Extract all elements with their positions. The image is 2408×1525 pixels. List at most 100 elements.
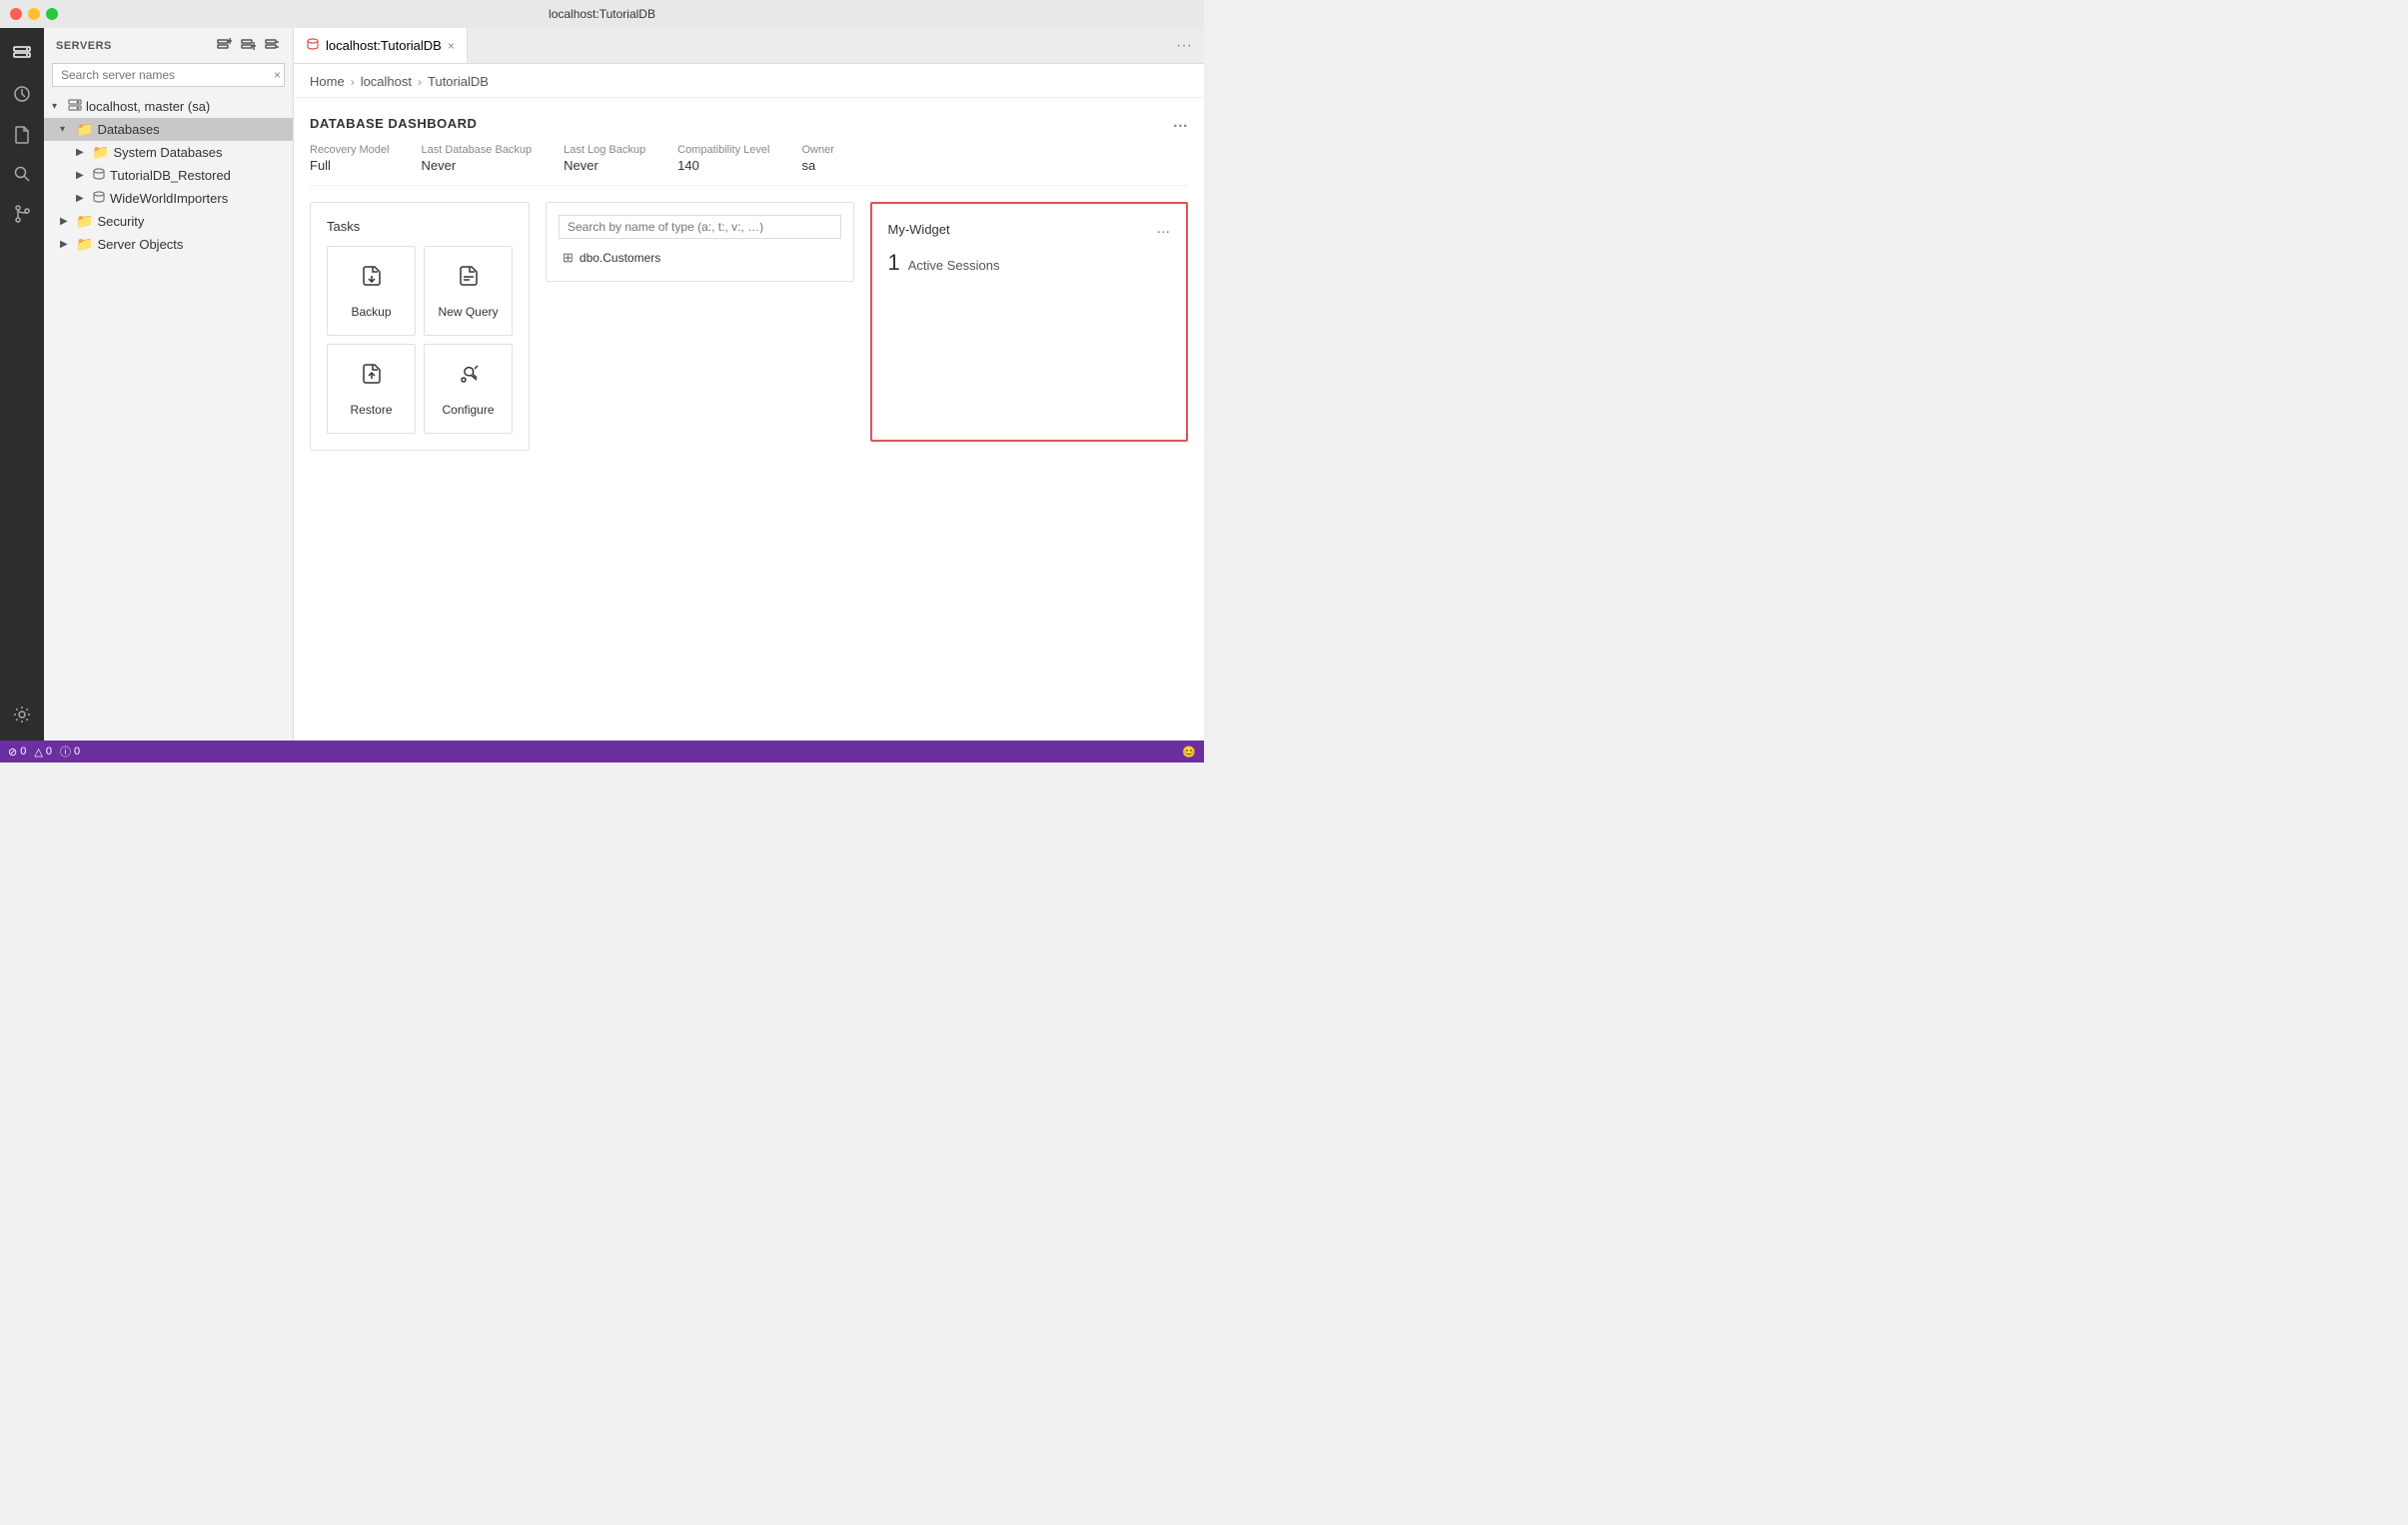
- my-widget-title: My-Widget: [888, 222, 950, 237]
- window-title: localhost:TutorialDB: [549, 7, 655, 21]
- my-widget-header: My-Widget ...: [888, 220, 1171, 238]
- table-item-label: dbo.Customers: [580, 251, 660, 265]
- breadcrumb-home[interactable]: Home: [310, 74, 345, 89]
- sidebar-icon-search[interactable]: [4, 156, 40, 192]
- tables-search-input[interactable]: [559, 215, 841, 239]
- info-icon: ⓘ: [60, 744, 71, 760]
- sidebar-title: SERVERS: [56, 40, 112, 52]
- sessions-count: 1: [888, 250, 900, 276]
- sidebar-actions: [217, 36, 281, 55]
- search-clear-icon[interactable]: ×: [274, 68, 281, 82]
- tree-label-tutorialdb: TutorialDB_Restored: [110, 168, 231, 183]
- new-query-icon: [455, 263, 483, 297]
- minimize-button[interactable]: [28, 8, 40, 20]
- status-right: 😊: [1182, 746, 1196, 759]
- table-list-item[interactable]: ⊞ dbo.Customers: [559, 247, 841, 269]
- tab-bar: localhost:TutorialDB × ···: [294, 28, 1204, 64]
- folder-icon-serverobjects: 📁: [76, 236, 93, 253]
- db-info-compat: Compatibility Level 140: [677, 144, 769, 173]
- configure-icon: [455, 361, 483, 395]
- new-query-label: New Query: [438, 305, 498, 319]
- lastdbbackup-value: Never: [421, 158, 532, 173]
- lastdbbackup-label: Last Database Backup: [421, 144, 532, 156]
- tasks-grid: Backup: [327, 246, 513, 434]
- tab-db-icon: [306, 37, 320, 54]
- status-left: ⊘ 0 △ 0 ⓘ 0: [8, 744, 80, 760]
- sidebar-icon-history[interactable]: [4, 76, 40, 112]
- backup-button[interactable]: Backup: [327, 246, 416, 336]
- recovery-value: Full: [310, 158, 389, 173]
- db-icon-wwi: [92, 190, 106, 207]
- tree-item-security[interactable]: ▶ 📁 Security: [44, 210, 293, 233]
- sidebar-icon-settings[interactable]: [4, 697, 40, 733]
- dashboard-container: DATABASE DASHBOARD ... Recovery Model Fu…: [294, 98, 1204, 467]
- restore-icon: [358, 361, 386, 395]
- tree-arrow-server: ▾: [52, 101, 68, 112]
- status-bar: ⊘ 0 △ 0 ⓘ 0 😊: [0, 741, 1204, 762]
- tree-arrow-serverobjects: ▶: [60, 239, 76, 250]
- tree-item-sysdbs[interactable]: ▶ 📁 System Databases: [44, 141, 293, 164]
- db-info-lastdbbackup: Last Database Backup Never: [421, 144, 532, 173]
- titlebar: localhost:TutorialDB: [0, 0, 1204, 28]
- search-input[interactable]: [52, 63, 285, 87]
- server-search-box: ×: [52, 63, 285, 87]
- tree-item-tutorialdb[interactable]: ▶ TutorialDB_Restored: [44, 164, 293, 187]
- tree-arrow-wwi: ▶: [76, 193, 92, 204]
- tree-label-databases: Databases: [97, 122, 159, 137]
- tree-item-server[interactable]: ▾ localhost, master (sa): [44, 95, 293, 118]
- close-button[interactable]: [10, 8, 22, 20]
- db-icon-tutorialdb: [92, 167, 106, 184]
- main-content: localhost:TutorialDB × ··· Home › localh…: [294, 28, 1204, 741]
- server-tree: ▾ localhost, master (sa) ▾ 📁 Databases: [44, 95, 293, 741]
- my-widget-more-button[interactable]: ...: [1157, 220, 1170, 238]
- add-server-icon[interactable]: [241, 36, 257, 55]
- traffic-lights: [10, 8, 58, 20]
- recovery-label: Recovery Model: [310, 144, 389, 156]
- my-widget: My-Widget ... 1 Active Sessions: [870, 202, 1189, 442]
- sidebar-icon-files[interactable]: [4, 116, 40, 152]
- status-errors: ⊘ 0: [8, 746, 26, 759]
- tasks-title: Tasks: [327, 219, 513, 234]
- breadcrumb-localhost[interactable]: localhost: [361, 74, 412, 89]
- tab-tutorialdb[interactable]: localhost:TutorialDB ×: [294, 28, 468, 63]
- tasks-widget: Tasks: [310, 202, 530, 451]
- error-icon: ⊘: [8, 746, 17, 759]
- compat-value: 140: [677, 158, 769, 173]
- collapse-all-icon[interactable]: [265, 36, 281, 55]
- dashboard-more-button[interactable]: ...: [1173, 114, 1188, 132]
- new-connection-icon[interactable]: [217, 36, 233, 55]
- db-info-bar: Recovery Model Full Last Database Backup…: [310, 144, 1188, 186]
- tree-arrow-security: ▶: [60, 216, 76, 227]
- new-query-button[interactable]: New Query: [424, 246, 513, 336]
- status-warnings: △ 0: [34, 746, 52, 759]
- restore-button[interactable]: Restore: [327, 344, 416, 434]
- warning-icon: △: [34, 746, 42, 759]
- backup-icon: [358, 263, 386, 297]
- sidebar-icon-servers[interactable]: [4, 36, 40, 72]
- lastlogbackup-value: Never: [564, 158, 645, 173]
- sessions-label: Active Sessions: [908, 258, 1000, 273]
- error-count: 0: [20, 746, 26, 758]
- tab-overflow-button[interactable]: ···: [1164, 37, 1204, 55]
- folder-icon-sysdbs: 📁: [92, 144, 109, 161]
- sidebar-header: SERVERS: [44, 28, 293, 63]
- warning-count: 0: [46, 746, 52, 758]
- tree-label-security: Security: [97, 214, 144, 229]
- tables-widget: ⊞ dbo.Customers: [546, 202, 854, 282]
- smiley-icon[interactable]: 😊: [1182, 747, 1196, 759]
- tab-close-button[interactable]: ×: [448, 39, 455, 53]
- maximize-button[interactable]: [46, 8, 58, 20]
- tree-label-sysdbs: System Databases: [113, 145, 222, 160]
- tree-item-serverobjects[interactable]: ▶ 📁 Server Objects: [44, 233, 293, 256]
- dashboard-title-text: DATABASE DASHBOARD: [310, 116, 477, 131]
- breadcrumb-tutorialdb[interactable]: TutorialDB: [428, 74, 489, 89]
- tree-item-wwi[interactable]: ▶ WideWorldImporters: [44, 187, 293, 210]
- tree-arrow-tutorialdb: ▶: [76, 170, 92, 181]
- breadcrumb-sep-1: ›: [351, 75, 355, 89]
- breadcrumb-sep-2: ›: [418, 75, 422, 89]
- sidebar-icon-git[interactable]: [4, 196, 40, 232]
- tree-item-databases[interactable]: ▾ 📁 Databases: [44, 118, 293, 141]
- restore-label: Restore: [350, 403, 392, 417]
- configure-button[interactable]: Configure: [424, 344, 513, 434]
- db-info-lastlogbackup: Last Log Backup Never: [564, 144, 645, 173]
